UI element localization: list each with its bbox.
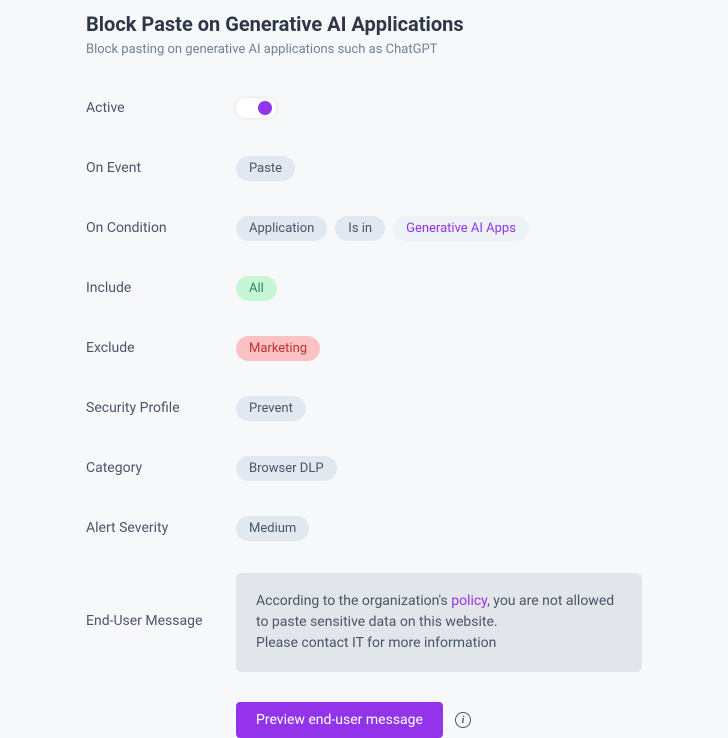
label-active: Active [86,100,236,116]
toggle-active[interactable] [236,98,276,118]
info-icon[interactable]: i [455,712,471,728]
label-alert-severity: Alert Severity [86,520,236,536]
pill-include[interactable]: All [236,276,277,301]
pill-alert-severity: Medium [236,516,309,541]
pill-condition-subject: Application [236,216,327,241]
pill-security-profile: Prevent [236,396,306,421]
row-alert-severity: Alert Severity Medium [86,513,642,543]
pill-condition-object[interactable]: Generative AI Apps [393,216,529,241]
pill-condition-operator: Is in [335,216,385,241]
preview-button[interactable]: Preview end-user message [236,702,443,738]
pill-on-event: Paste [236,156,295,181]
pill-exclude[interactable]: Marketing [236,336,320,361]
label-end-user-message: End-User Message [86,573,236,629]
label-include: Include [86,280,236,296]
row-active: Active [86,93,642,123]
message-line1-pre: According to the organization's [256,593,451,609]
label-on-event: On Event [86,160,236,176]
page-subtitle: Block pasting on generative AI applicati… [86,42,642,57]
row-end-user-message: End-User Message According to the organi… [86,573,642,672]
message-box: According to the organization's policy, … [236,573,642,672]
row-category: Category Browser DLP [86,453,642,483]
row-on-event: On Event Paste [86,153,642,183]
row-include: Include All [86,273,642,303]
label-exclude: Exclude [86,340,236,356]
label-on-condition: On Condition [86,220,236,236]
policy-link[interactable]: policy [451,593,487,609]
message-line2: Please contact IT for more information [256,635,496,651]
row-exclude: Exclude Marketing [86,333,642,363]
label-category: Category [86,460,236,476]
pill-category: Browser DLP [236,456,337,481]
page-title: Block Paste on Generative AI Application… [86,12,642,36]
row-on-condition: On Condition Application Is in Generativ… [86,213,642,243]
label-security-profile: Security Profile [86,400,236,416]
action-row: Preview end-user message i [236,702,642,738]
row-security-profile: Security Profile Prevent [86,393,642,423]
